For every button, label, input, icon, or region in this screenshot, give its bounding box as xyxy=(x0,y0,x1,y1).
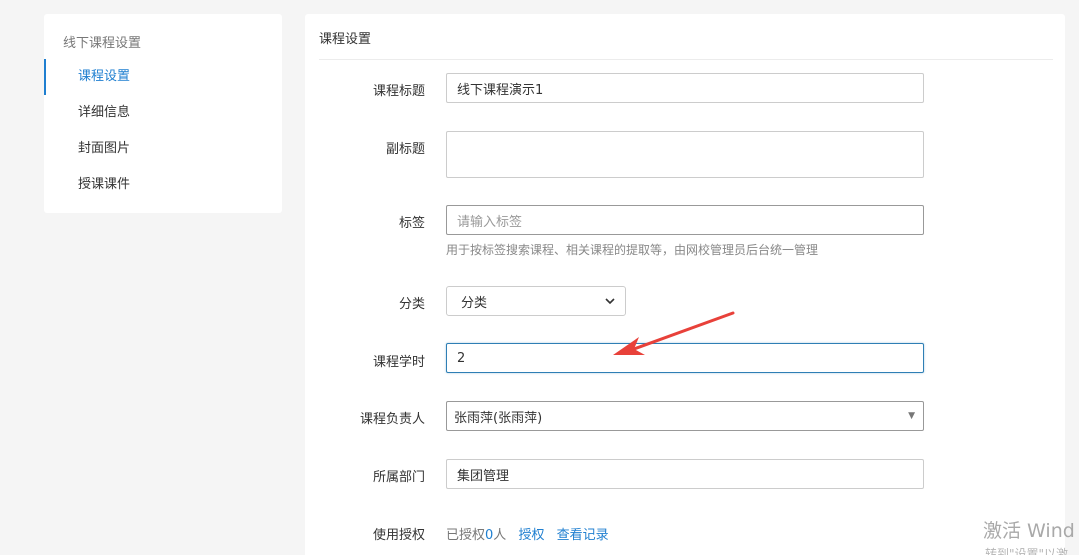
annotation-arrow-icon xyxy=(613,311,735,355)
activation-watermark: 激活 Wind xyxy=(983,520,1075,542)
activation-watermark-subtext: 转到"设置"以激 xyxy=(985,547,1069,555)
